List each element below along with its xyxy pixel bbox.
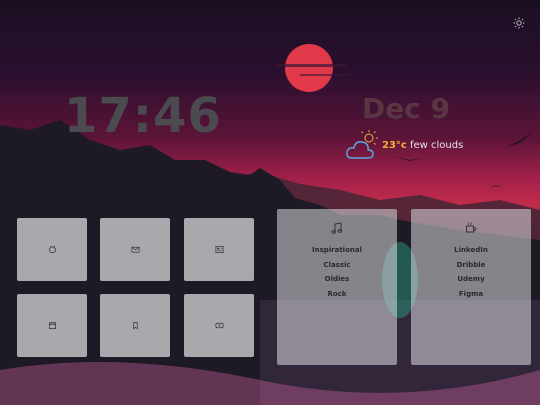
bookmark-icon [132, 321, 138, 330]
weather-description: few clouds [410, 140, 464, 151]
sun-icon [513, 17, 525, 29]
music-item-classic[interactable]: Classic [277, 261, 397, 269]
music-panel: Inspirational Classic Oldies Rock [277, 209, 397, 365]
mail-shortcut[interactable] [100, 218, 170, 281]
music-item-rock[interactable]: Rock [277, 290, 397, 298]
calendar-icon [48, 321, 56, 330]
clock: 17:46 [64, 88, 222, 144]
red-sun [285, 44, 333, 92]
link-item-linkedin[interactable]: LinkedIn [411, 246, 531, 254]
github-shortcut[interactable] [17, 218, 87, 281]
coffee-icon [466, 222, 477, 233]
weather-temperature: 23°c [382, 140, 407, 151]
settings-button[interactable] [513, 14, 525, 29]
bird-2 [505, 132, 532, 148]
news-icon [215, 245, 223, 254]
desktop: 17:46 Dec 9 23°c few clouds Inspirationa… [0, 0, 540, 405]
cloud-sun-icon [346, 130, 378, 159]
music-item-inspirational[interactable]: Inspirational [277, 246, 397, 254]
music-item-oldies[interactable]: Oldies [277, 275, 397, 283]
music-note-icon [331, 222, 343, 234]
date-label: Dec 9 [362, 92, 451, 125]
link-item-udemy[interactable]: Udemy [411, 275, 531, 283]
bird-3 [490, 185, 502, 188]
youtube-icon [215, 322, 223, 329]
weather-widget: 23°c few clouds [346, 130, 496, 162]
mail-icon [131, 246, 139, 253]
link-item-figma[interactable]: Figma [411, 290, 531, 298]
calendar-shortcut[interactable] [17, 294, 87, 357]
link-item-dribble[interactable]: Dribble [411, 261, 531, 269]
links-panel: LinkedIn Dribble Udemy Figma [411, 209, 531, 365]
bookmark-shortcut[interactable] [100, 294, 170, 357]
news-shortcut[interactable] [184, 218, 254, 281]
github-icon [48, 245, 56, 254]
youtube-shortcut[interactable] [184, 294, 254, 357]
